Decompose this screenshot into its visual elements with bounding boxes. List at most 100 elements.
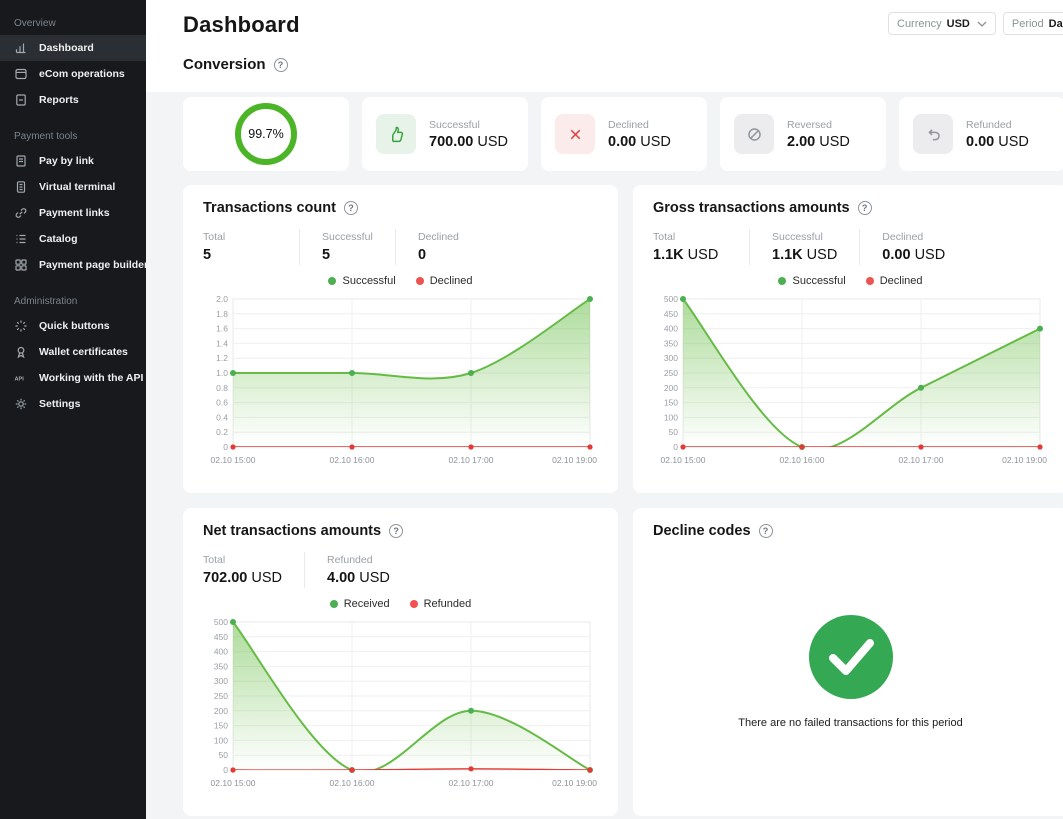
- section-label: Payment tools: [0, 125, 146, 148]
- document-icon: [14, 93, 28, 107]
- panel-grid: Transactions count ? Total5 Successful5 …: [183, 185, 1063, 816]
- conversion-heading: Conversion: [183, 56, 266, 73]
- terminal-icon: [14, 67, 28, 81]
- stat-total: Total1.1K USD: [653, 229, 749, 265]
- gear-icon: [14, 397, 28, 411]
- svg-text:50: 50: [219, 750, 229, 760]
- svg-text:02.10 19:00: 02.10 19:00: [552, 455, 597, 465]
- gross-amounts-chart: 05010015020025030035040045050002.10 15:0…: [653, 291, 1048, 467]
- sidebar-item-virtual-terminal[interactable]: Virtual terminal: [0, 174, 146, 200]
- help-icon[interactable]: ?: [344, 201, 358, 215]
- stat-successful: Successful5: [299, 229, 395, 265]
- sidebar-item-payment-page-builder[interactable]: Payment page builder: [0, 252, 146, 278]
- chart-legend: Successful Declined: [653, 275, 1048, 287]
- legend-dot-declined: [416, 277, 424, 285]
- conversion-cards: 99.7% Successful 700.00 USD Declined: [183, 97, 1063, 171]
- stat-successful: Successful1.1K USD: [749, 229, 859, 265]
- transactions-count-panel: Transactions count ? Total5 Successful5 …: [183, 185, 618, 493]
- help-icon[interactable]: ?: [858, 201, 872, 215]
- sidebar-item-working-with-api[interactable]: API Working with the API: [0, 365, 146, 391]
- main-area: Dashboard Currency USD Period Day Conver…: [146, 0, 1063, 819]
- sidebar-item-wallet-certificates[interactable]: Wallet certificates: [0, 339, 146, 365]
- check-circle-icon: [809, 615, 893, 699]
- list-icon: [14, 232, 28, 246]
- currency-select[interactable]: Currency USD: [888, 12, 996, 35]
- svg-text:500: 500: [214, 617, 228, 627]
- svg-text:02.10 17:00: 02.10 17:00: [899, 455, 944, 465]
- successful-card: Successful 700.00 USD: [362, 97, 528, 171]
- sidebar-section-payment-tools: Payment tools Pay by link Virtual termin…: [0, 113, 146, 278]
- svg-text:0.2: 0.2: [216, 427, 228, 437]
- svg-text:200: 200: [664, 383, 678, 393]
- sidebar-item-pay-by-link[interactable]: Pay by link: [0, 148, 146, 174]
- svg-text:350: 350: [664, 338, 678, 348]
- card-value: 0.00 USD: [608, 134, 671, 150]
- receipt-icon: [14, 154, 28, 168]
- sidebar-item-quick-buttons[interactable]: Quick buttons: [0, 313, 146, 339]
- svg-text:02.10 16:00: 02.10 16:00: [330, 455, 375, 465]
- stat-total: Total702.00 USD: [203, 552, 304, 588]
- page-header: Dashboard Currency USD Period Day Conver…: [146, 0, 1063, 92]
- svg-text:300: 300: [664, 353, 678, 363]
- thumbs-up-icon: [376, 114, 416, 154]
- help-icon[interactable]: ?: [274, 58, 288, 72]
- x-icon: [555, 114, 595, 154]
- chevron-down-icon: [977, 21, 987, 27]
- svg-text:0.6: 0.6: [216, 398, 228, 408]
- declined-card: Declined 0.00 USD: [541, 97, 707, 171]
- svg-text:02.10 16:00: 02.10 16:00: [330, 778, 375, 788]
- svg-text:450: 450: [214, 632, 228, 642]
- conversion-rate-value: 99.7%: [248, 127, 283, 141]
- svg-text:250: 250: [214, 691, 228, 701]
- svg-text:API: API: [15, 377, 25, 383]
- svg-text:1.4: 1.4: [216, 338, 228, 348]
- sidebar-item-settings[interactable]: Settings: [0, 391, 146, 417]
- sidebar-item-ecom-operations[interactable]: eCom operations: [0, 61, 146, 87]
- card-value: 700.00 USD: [429, 134, 508, 150]
- stat-declined: Declined0: [395, 229, 491, 265]
- svg-text:400: 400: [664, 324, 678, 334]
- svg-text:100: 100: [664, 412, 678, 422]
- svg-text:02.10 15:00: 02.10 15:00: [661, 455, 706, 465]
- svg-text:0.8: 0.8: [216, 383, 228, 393]
- stat-total: Total5: [203, 229, 299, 265]
- dashboard-content: 99.7% Successful 700.00 USD Declined: [146, 92, 1063, 816]
- help-icon[interactable]: ?: [759, 524, 773, 538]
- card-value: 2.00 USD: [787, 134, 850, 150]
- net-amounts-panel: Net transactions amounts ? Total702.00 U…: [183, 508, 618, 816]
- bar-chart-icon: [14, 41, 28, 55]
- decline-codes-panel: Decline codes ? There are no failed tran…: [633, 508, 1063, 816]
- transactions-count-chart: 00.20.40.60.81.01.21.41.61.82.002.10 15:…: [203, 291, 598, 467]
- section-label: Overview: [0, 12, 146, 35]
- stats-row: Total702.00 USD Refunded4.00 USD: [203, 552, 598, 588]
- chart-legend: Received Refunded: [203, 598, 598, 610]
- svg-text:02.10 17:00: 02.10 17:00: [449, 455, 494, 465]
- legend-dot-refunded: [410, 600, 418, 608]
- legend-dot-successful: [328, 277, 336, 285]
- stats-row: Total5 Successful5 Declined0: [203, 229, 598, 265]
- stat-declined: Declined0.00 USD: [859, 229, 967, 265]
- medal-icon: [14, 345, 28, 359]
- svg-text:02.10 15:00: 02.10 15:00: [211, 778, 256, 788]
- help-icon[interactable]: ?: [389, 524, 403, 538]
- link-icon: [14, 206, 28, 220]
- reversed-card: Reversed 2.00 USD: [720, 97, 886, 171]
- empty-state: There are no failed transactions for thi…: [653, 615, 1048, 729]
- svg-text:50: 50: [669, 427, 679, 437]
- svg-text:350: 350: [214, 661, 228, 671]
- card-value: 0.00 USD: [966, 134, 1029, 150]
- panel-title: Gross transactions amounts: [653, 200, 850, 216]
- period-select[interactable]: Period Day: [1003, 12, 1063, 35]
- sidebar-item-dashboard[interactable]: Dashboard: [0, 35, 146, 61]
- sidebar-section-administration: Administration Quick buttons Wallet cert…: [0, 278, 146, 417]
- sidebar-item-catalog[interactable]: Catalog: [0, 226, 146, 252]
- svg-text:1.0: 1.0: [216, 368, 228, 378]
- panel-title: Decline codes: [653, 523, 751, 539]
- svg-text:1.2: 1.2: [216, 353, 228, 363]
- sidebar: Overview Dashboard eCom operations Repor…: [0, 0, 146, 819]
- sidebar-item-payment-links[interactable]: Payment links: [0, 200, 146, 226]
- sidebar-item-reports[interactable]: Reports: [0, 87, 146, 113]
- net-amounts-chart: 05010015020025030035040045050002.10 15:0…: [203, 614, 598, 790]
- panel-title: Transactions count: [203, 200, 336, 216]
- svg-text:200: 200: [214, 706, 228, 716]
